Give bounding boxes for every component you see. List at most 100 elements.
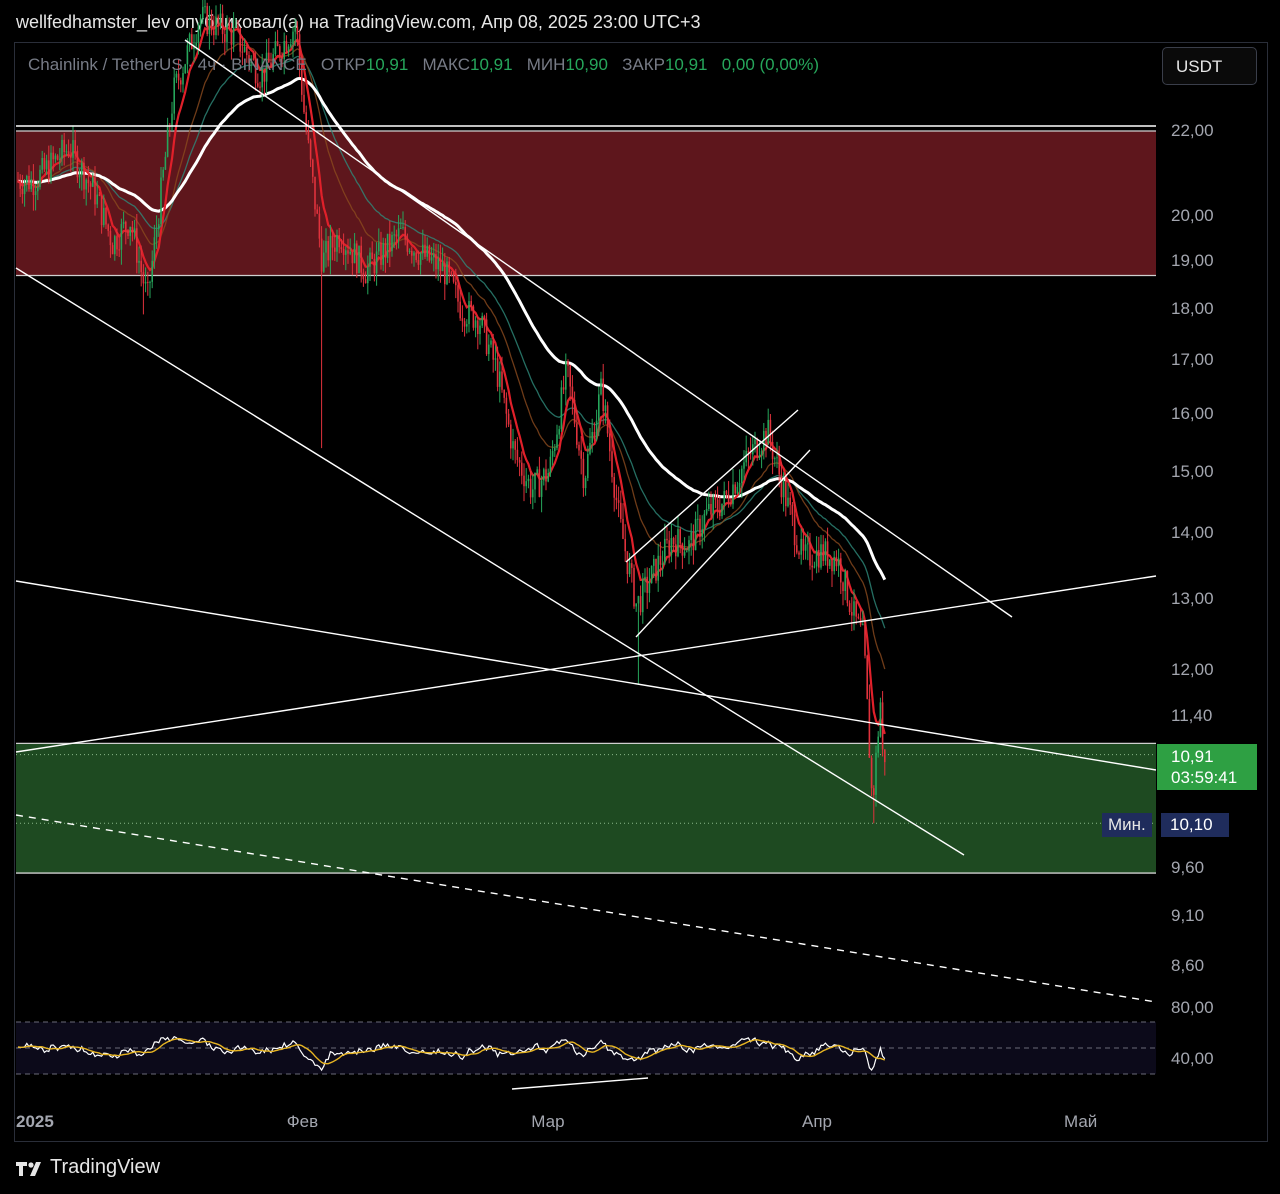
candle-body [353,243,356,264]
candle-body [426,245,428,257]
last-price: 10,91 [1171,747,1214,766]
candle-body [393,234,395,236]
candle-body [826,541,829,566]
candle-body [774,458,776,460]
candle-body [340,247,343,250]
candle-body [439,258,442,272]
candle-body [230,28,233,45]
price-tick-label: 17,00 [1171,350,1214,370]
candle-body [677,529,679,557]
candle-body [303,94,305,113]
candle-body [78,175,81,178]
candle-body [37,186,39,192]
candle-body [710,503,712,515]
candle-body [173,77,175,114]
candle-body [208,15,211,35]
candle-body [523,475,525,487]
candle-body [30,178,32,190]
candle-body [866,655,868,699]
price-tick-label: 15,00 [1171,461,1214,481]
candle-body [875,752,877,795]
candle-body [798,552,800,555]
candle-body [362,272,365,280]
candle-body [686,551,688,553]
candle-body [287,46,290,52]
candle-body [312,159,314,177]
rsi-divergence-line [511,1077,649,1090]
candle-body [52,152,54,160]
candle-body [562,387,565,390]
candle-body [510,424,512,449]
candle-body [666,538,668,541]
high-value: 10,91 [470,55,513,74]
price-tick-label: 20,00 [1171,205,1214,225]
candle-body [131,226,134,233]
candle-body [32,178,35,195]
candle-body [569,365,571,387]
candle-body [391,234,393,252]
candle-body [349,251,351,254]
candle-body [435,254,437,270]
candle-body [316,209,318,214]
candle-body [369,252,371,267]
candle-body [457,285,459,302]
candle-body [455,281,457,286]
candle-body [329,235,332,261]
candle-body [820,544,822,568]
open-label: ОТКР [320,55,366,74]
candle-body [338,235,340,248]
support-zone [16,743,1156,874]
chart-canvas[interactable] [0,0,1280,1194]
candle-body [785,480,787,507]
candle-body [505,397,508,414]
candle-body [679,529,681,544]
candle-body [342,249,345,255]
candle-body [683,552,686,556]
candle-body [558,429,560,435]
candle-body [290,44,292,47]
time-tick-label: Мар [531,1112,565,1131]
candle-body [507,413,510,425]
candle-body [644,576,646,579]
candle-body [23,183,26,195]
candle-body [540,480,543,497]
candle-body [567,361,569,366]
candle-body [701,529,703,537]
candle-body [140,260,142,273]
candle-body [582,458,585,489]
candle-body [492,340,494,360]
candle-body [129,226,131,236]
candle-body [180,80,182,85]
candle-body [628,563,631,575]
candle-body [375,251,378,274]
candle-body [448,261,450,273]
candle-body [496,358,499,387]
candle-body [708,503,710,509]
candle-body [620,502,622,519]
candle-body [868,698,871,758]
candle-body [818,550,820,568]
candle-body [404,227,406,240]
currency-button[interactable]: USDT [1162,47,1257,85]
candle-body [549,456,552,474]
candle-body [274,41,277,55]
candle-body [653,558,655,566]
candle-body [560,387,563,430]
candle-body [624,538,626,552]
candle-body [617,500,620,503]
min-marker-value: 10,10 [1161,813,1229,837]
high-label: МАКС [422,55,471,74]
candle-body [565,361,567,390]
price-tick-label: 16,00 [1171,404,1214,424]
price-tick-label: 11,40 [1171,705,1213,725]
candle-body [411,251,413,256]
tradingview-logo[interactable]: TradingView [16,1156,160,1179]
candle-body [50,152,52,180]
candle-body [314,176,316,210]
candle-body [127,230,129,236]
candle-body [490,340,492,345]
candle-body [76,150,79,178]
candle-body [815,550,818,567]
candle-body [833,556,835,572]
candle-body [26,175,28,184]
